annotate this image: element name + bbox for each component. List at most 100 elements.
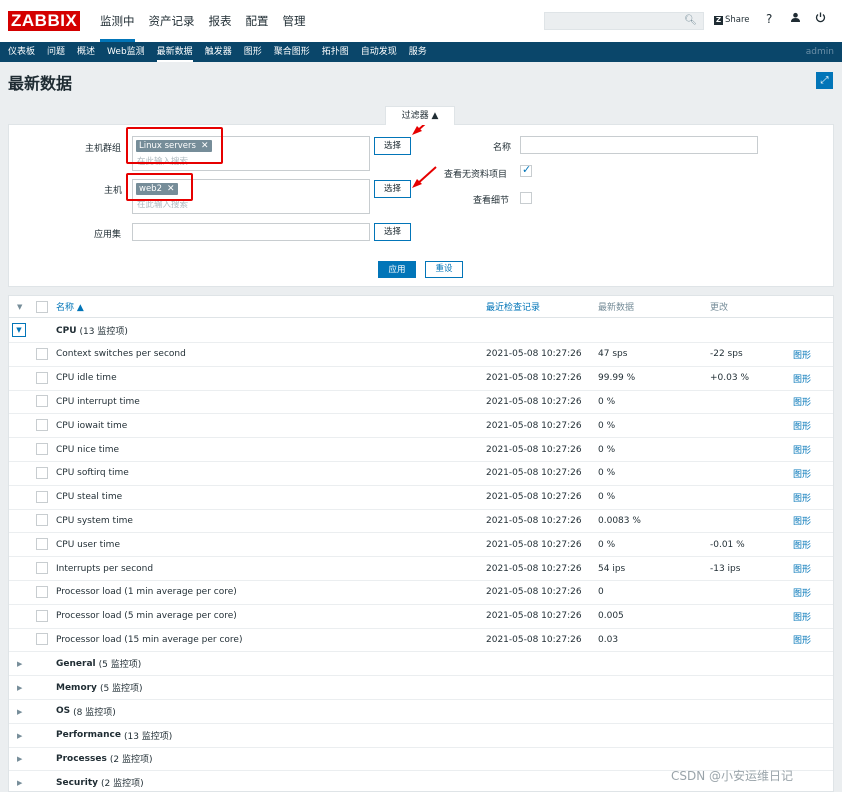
row-checkbox[interactable] bbox=[36, 538, 48, 551]
graph-link[interactable]: 图形 bbox=[793, 581, 811, 604]
fullscreen-icon[interactable]: ⤢ bbox=[816, 72, 833, 89]
reset-button[interactable]: 重设 bbox=[425, 261, 463, 278]
graph-link[interactable]: 图形 bbox=[793, 605, 811, 628]
show-no-data-checkbox[interactable] bbox=[520, 163, 532, 177]
help-icon[interactable]: ? bbox=[766, 12, 772, 26]
subnav-screens[interactable]: 聚合图形 bbox=[274, 42, 310, 62]
expand-icon[interactable]: ▶ bbox=[17, 660, 22, 668]
graph-link[interactable]: 图形 bbox=[793, 557, 811, 580]
row-checkbox[interactable] bbox=[36, 514, 48, 527]
name-label: 名称 bbox=[493, 143, 512, 153]
table-row: CPU user time 2021-05-08 10:27:26 0 % -0.01… bbox=[9, 533, 833, 558]
table-header: ▼ 名称 ▲ 最近检查记录 最新数据 更改 bbox=[9, 296, 833, 318]
expand-icon[interactable]: ▶ bbox=[17, 708, 22, 716]
table-row: Interrupts per second 2021-05-08 10:27:26… bbox=[9, 557, 833, 581]
host-label: 主机 bbox=[104, 186, 123, 196]
row-checkbox[interactable] bbox=[36, 443, 48, 455]
share-icon: Z bbox=[714, 15, 723, 25]
row-checkbox[interactable] bbox=[36, 371, 48, 384]
graph-link[interactable]: 图形 bbox=[793, 628, 811, 651]
table-row: Processor load (15 min average per core)… bbox=[9, 628, 833, 653]
item-name: CPU idle time bbox=[56, 373, 117, 384]
row-checkbox[interactable] bbox=[36, 419, 48, 432]
item-last-check: 2021-05-08 10:27:26 bbox=[486, 373, 582, 384]
group-name: Security bbox=[56, 777, 99, 788]
item-name: CPU softirq time bbox=[56, 468, 129, 479]
graph-link[interactable]: 图形 bbox=[793, 367, 811, 390]
subnav-overview[interactable]: 概述 bbox=[77, 42, 95, 62]
power-icon[interactable] bbox=[815, 12, 826, 26]
subnav-problems[interactable]: 问题 bbox=[47, 42, 65, 62]
top-menu-configuration[interactable]: 配置 bbox=[246, 0, 269, 42]
red-arrow-annotation bbox=[412, 166, 437, 188]
application-select-button[interactable]: 选择 bbox=[374, 223, 411, 241]
row-checkbox[interactable] bbox=[36, 609, 48, 622]
expand-icon[interactable]: ▶ bbox=[17, 755, 22, 763]
global-search-input[interactable]: 🔍︎ bbox=[544, 12, 704, 30]
row-checkbox[interactable] bbox=[36, 585, 48, 598]
row-checkbox[interactable] bbox=[36, 347, 48, 360]
item-name: Processor load (5 min average per core) bbox=[56, 611, 237, 622]
graph-link[interactable]: 图形 bbox=[793, 438, 811, 461]
collapse-icon[interactable]: ▼ bbox=[12, 323, 26, 337]
item-change: +0.03 % bbox=[710, 373, 749, 384]
expand-icon[interactable]: ▶ bbox=[17, 779, 22, 787]
item-last-value: 0.0083 % bbox=[598, 515, 641, 526]
row-checkbox[interactable] bbox=[36, 466, 48, 479]
host-select-button[interactable]: 选择 bbox=[374, 180, 411, 198]
graph-link[interactable]: 图形 bbox=[793, 343, 811, 366]
collapse-all-icon[interactable]: ▼ bbox=[17, 303, 22, 311]
subnav-maps[interactable]: 拓扑图 bbox=[322, 42, 349, 62]
expand-icon[interactable]: ▶ bbox=[17, 732, 22, 740]
row-checkbox[interactable] bbox=[36, 633, 48, 646]
select-all-checkbox[interactable] bbox=[36, 301, 48, 313]
top-menu-reports[interactable]: 报表 bbox=[209, 0, 232, 42]
expand-icon[interactable]: ▶ bbox=[17, 684, 22, 692]
row-checkbox[interactable] bbox=[36, 395, 48, 408]
show-details-checkbox[interactable] bbox=[520, 192, 532, 204]
subnav-dashboard[interactable]: 仪表板 bbox=[8, 42, 35, 62]
graph-link[interactable]: 图形 bbox=[793, 486, 811, 509]
user-icon[interactable] bbox=[790, 12, 801, 26]
table-row: CPU steal time 2021-05-08 10:27:26 0 % 图形 bbox=[9, 486, 833, 510]
host-group-select-button[interactable]: 选择 bbox=[374, 137, 411, 155]
subnav-services[interactable]: 服务 bbox=[409, 42, 427, 62]
graph-link[interactable]: 图形 bbox=[793, 509, 811, 532]
row-checkbox[interactable] bbox=[36, 490, 48, 503]
annotation-box-host bbox=[126, 173, 193, 201]
item-last-check: 2021-05-08 10:27:26 bbox=[486, 420, 582, 431]
item-name: Processor load (15 min average per core) bbox=[56, 634, 243, 645]
table-row: Context switches per second 2021-05-08 10… bbox=[9, 343, 833, 367]
subnav-triggers[interactable]: 触发器 bbox=[205, 42, 232, 62]
header-name[interactable]: 名称 ▲ bbox=[56, 296, 84, 317]
top-menu-administration[interactable]: 管理 bbox=[283, 0, 306, 42]
group-count: (8 监控项) bbox=[73, 707, 116, 718]
top-menu-inventory[interactable]: 资产记录 bbox=[149, 0, 195, 42]
filter-toggle-tab[interactable]: 过滤器 ▲ bbox=[385, 106, 455, 125]
application-input[interactable] bbox=[132, 223, 370, 241]
group-row-collapsed: ▶ OS (8 监控项) bbox=[9, 700, 833, 724]
row-checkbox[interactable] bbox=[36, 562, 48, 574]
search-icon[interactable]: 🔍︎ bbox=[684, 15, 697, 26]
item-name: CPU user time bbox=[56, 539, 120, 550]
header-change: 更改 bbox=[710, 303, 729, 313]
subnav-discovery[interactable]: 自动发现 bbox=[361, 42, 397, 62]
group-title: CPU (13 监控项) bbox=[56, 319, 128, 342]
graph-link[interactable]: 图形 bbox=[793, 414, 811, 437]
subnav-latest-data[interactable]: 最新数据 bbox=[156, 42, 193, 62]
graph-link[interactable]: 图形 bbox=[793, 533, 811, 556]
group-count: (5 监控项) bbox=[98, 660, 142, 671]
top-menu-monitoring[interactable]: 监测中 bbox=[100, 0, 135, 42]
graph-link[interactable]: 图形 bbox=[793, 390, 811, 413]
name-input[interactable] bbox=[520, 136, 758, 154]
header-last-check[interactable]: 最近检查记录 bbox=[486, 296, 540, 317]
subnav-web[interactable]: Web监测 bbox=[107, 42, 145, 62]
graph-link[interactable]: 图形 bbox=[793, 462, 811, 485]
share-link[interactable]: Z Share bbox=[714, 15, 750, 25]
zabbix-logo[interactable]: ZABBIX bbox=[8, 11, 81, 31]
show-no-data-label: 查看无资料项目 bbox=[444, 170, 508, 180]
item-last-check: 2021-05-08 10:27:26 bbox=[486, 611, 582, 622]
subnav-graphs[interactable]: 图形 bbox=[244, 42, 262, 62]
apply-button[interactable]: 应用 bbox=[378, 261, 416, 278]
item-last-check: 2021-05-08 10:27:26 bbox=[486, 396, 582, 407]
